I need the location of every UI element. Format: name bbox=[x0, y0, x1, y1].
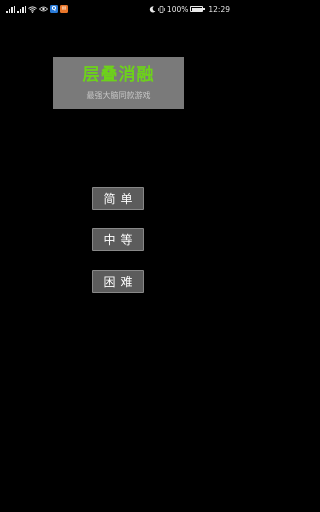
battery-icon bbox=[190, 6, 205, 12]
moon-icon bbox=[149, 5, 156, 12]
vibrate-icon bbox=[158, 5, 165, 13]
battery-percent: 100% bbox=[166, 4, 189, 14]
game-subtitle: 最强大脑同款游戏 bbox=[86, 91, 151, 100]
clock-time: 12:29 bbox=[208, 4, 230, 14]
eye-icon bbox=[39, 6, 48, 12]
title-card: 层叠消融 最强大脑同款游戏 bbox=[53, 57, 184, 109]
app-blue-icon: Q bbox=[50, 5, 58, 13]
status-right: 100% 12:29 bbox=[149, 5, 230, 14]
status-left: Q ✉ bbox=[6, 5, 68, 13]
easy-level-button[interactable]: 简单 bbox=[92, 187, 144, 210]
game-title: 层叠消融 bbox=[82, 65, 155, 85]
medium-level-button[interactable]: 中等 bbox=[92, 228, 144, 251]
signal-icon bbox=[17, 5, 26, 13]
app-orange-icon: ✉ bbox=[60, 5, 68, 13]
wifi-icon bbox=[28, 5, 37, 13]
signal-icon bbox=[6, 5, 15, 13]
hard-level-button[interactable]: 困难 bbox=[92, 270, 144, 293]
status-bar: Q ✉ 100% 12:29 bbox=[0, 0, 236, 18]
